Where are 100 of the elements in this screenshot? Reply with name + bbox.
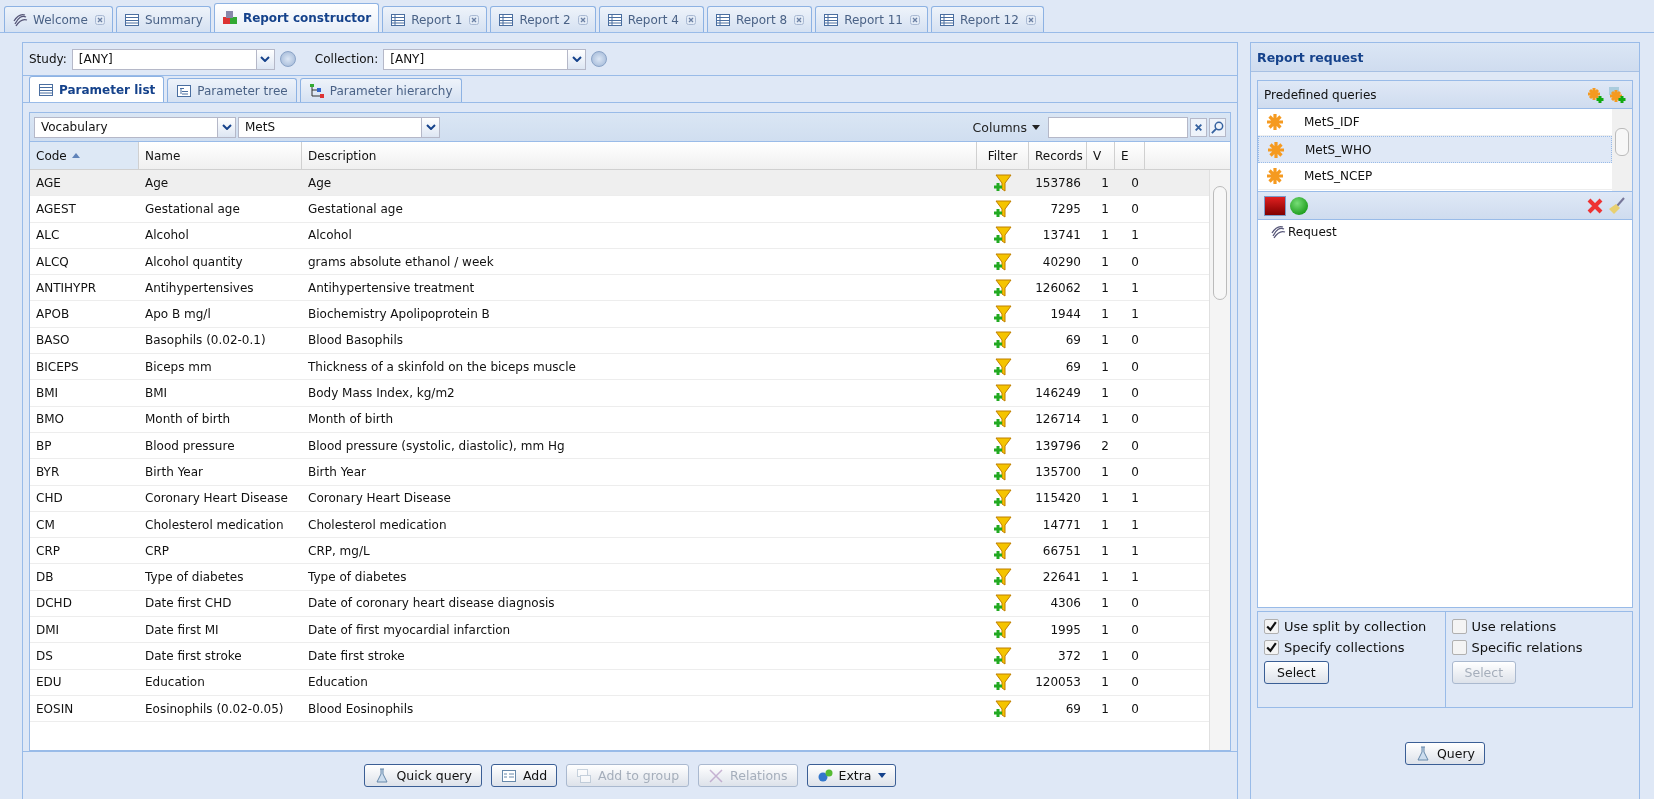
close-icon[interactable]	[794, 14, 805, 25]
close-icon[interactable]	[577, 14, 588, 25]
add-filter-icon[interactable]	[994, 673, 1012, 692]
search-field[interactable]	[1048, 116, 1188, 138]
table-cell-text: Type of diabetes	[144, 570, 245, 585]
subtab[interactable]: Parameter list	[29, 76, 165, 102]
add-filter-icon[interactable]	[994, 173, 1012, 192]
close-icon[interactable]	[94, 14, 105, 25]
add-filter-icon[interactable]	[994, 594, 1012, 613]
tab[interactable]: Welcome	[4, 6, 113, 32]
column-header[interactable]: Records	[1029, 142, 1087, 169]
add-query-from-table-icon[interactable]	[1608, 85, 1626, 104]
query-item[interactable]: MetS_NCEP	[1258, 163, 1612, 190]
table-cell-text: 146249	[1034, 386, 1082, 400]
table-cell-text: Type of diabetes	[307, 570, 408, 585]
list-icon	[123, 11, 140, 28]
table-cell-text: Month of birth	[144, 412, 231, 427]
close-icon[interactable]	[910, 14, 920, 25]
add-filter-icon[interactable]	[994, 278, 1012, 297]
tab[interactable]: Report constructor	[213, 3, 380, 32]
query-button[interactable]: Query	[1405, 742, 1485, 765]
table-cell-text: 1	[1130, 280, 1140, 295]
add-filter-icon[interactable]	[994, 199, 1012, 218]
table-cell-text: Blood Eosinophils	[307, 701, 415, 716]
checkbox[interactable]	[1451, 619, 1467, 634]
flask-icon	[1415, 745, 1431, 762]
add-query-icon[interactable]	[1586, 85, 1604, 104]
tab[interactable]: Report 12	[931, 6, 1044, 32]
table-cell-text: 1	[1100, 675, 1110, 690]
table-cell-text: grams absolute ethanol / week	[307, 254, 495, 269]
toolbar-button[interactable]: Quick query	[364, 764, 482, 787]
toolbar-button[interactable]: Add	[490, 764, 558, 787]
table-cell-text: 0	[1130, 596, 1140, 611]
scrollbar[interactable]	[1209, 170, 1230, 750]
clear-icon[interactable]	[1190, 117, 1207, 137]
add-filter-icon[interactable]	[994, 462, 1012, 481]
add-filter-icon[interactable]	[994, 436, 1012, 455]
tab[interactable]: Report 8	[706, 6, 813, 32]
tab[interactable]: Summary	[115, 6, 211, 32]
add-filter-icon[interactable]	[994, 699, 1012, 718]
vocabulary-value-dropdown[interactable]: MetS	[238, 116, 440, 138]
tab[interactable]: Report 2	[490, 6, 596, 32]
add-filter-icon[interactable]	[994, 541, 1012, 560]
subtab[interactable]: Parameter hierarchy	[299, 78, 462, 102]
table-row[interactable]: AGE Age Age 153786 1 0	[30, 170, 1209, 197]
study-dropdown[interactable]: [ANY]	[71, 48, 275, 70]
column-header[interactable]: V	[1087, 142, 1115, 169]
select-button[interactable]: Select	[1264, 661, 1329, 684]
caret-icon[interactable]	[425, 124, 436, 130]
add-filter-icon[interactable]	[994, 620, 1012, 639]
add-filter-icon[interactable]	[994, 515, 1012, 534]
vocabulary-dropdown[interactable]: Vocabulary	[34, 116, 236, 138]
delete-icon[interactable]	[1586, 196, 1604, 215]
info-icon[interactable]	[279, 51, 296, 67]
info-icon[interactable]	[591, 51, 608, 67]
caret-icon[interactable]	[1032, 124, 1040, 130]
table-cell-text: Alcohol	[144, 228, 190, 243]
tab[interactable]: Report 4	[598, 6, 704, 32]
column-header[interactable]: Code	[30, 142, 139, 169]
checkbox[interactable]	[1451, 640, 1467, 655]
column-header[interactable]: Name	[139, 142, 302, 169]
table-cell-text: 14771	[1041, 517, 1082, 532]
close-icon[interactable]	[469, 14, 480, 25]
tab[interactable]: Report 11	[815, 6, 928, 32]
checkbox[interactable]	[1264, 619, 1279, 634]
table-cell-text: 1	[1100, 254, 1110, 269]
column-header[interactable]: E	[1115, 142, 1145, 169]
subtab[interactable]: Parameter tree	[167, 78, 297, 102]
add-filter-icon[interactable]	[994, 647, 1012, 665]
toolbar-button[interactable]: Extra	[806, 764, 896, 787]
search-icon[interactable]	[1209, 117, 1226, 137]
collection-dropdown[interactable]: [ANY]	[383, 48, 587, 70]
table-cell-text: Age	[307, 175, 333, 190]
add-filter-icon[interactable]	[994, 252, 1012, 271]
checkbox[interactable]	[1264, 640, 1279, 655]
add-filter-icon[interactable]	[994, 305, 1012, 324]
close-icon[interactable]	[1025, 14, 1036, 25]
add-filter-icon[interactable]	[994, 489, 1012, 508]
caret-icon[interactable]	[221, 124, 232, 130]
add-filter-icon[interactable]	[994, 384, 1012, 402]
add-filter-icon[interactable]	[994, 568, 1012, 587]
add-filter-icon[interactable]	[994, 331, 1012, 350]
table-cell-text: Birth Year	[307, 464, 368, 479]
close-icon[interactable]	[685, 14, 696, 25]
caret-icon[interactable]	[260, 56, 271, 62]
columns-menu-button[interactable]: Columns	[972, 119, 1027, 135]
caret-icon[interactable]	[571, 56, 582, 62]
column-header[interactable]: Description	[302, 142, 977, 169]
tree-node[interactable]: Request	[1288, 225, 1337, 239]
add-filter-icon[interactable]	[994, 357, 1012, 376]
broom-icon[interactable]	[1608, 196, 1626, 215]
table-cell-text: 0	[1130, 201, 1140, 216]
scrollbar[interactable]	[1612, 109, 1632, 191]
add-filter-icon[interactable]	[994, 226, 1012, 245]
column-header[interactable]: Filter	[977, 142, 1029, 169]
list-icon	[38, 81, 54, 98]
add-filter-icon[interactable]	[994, 410, 1012, 429]
tab[interactable]: Report 1	[382, 6, 488, 32]
query-item[interactable]: MetS_WHO	[1258, 136, 1612, 163]
table-cell-text: 1	[1130, 570, 1140, 585]
